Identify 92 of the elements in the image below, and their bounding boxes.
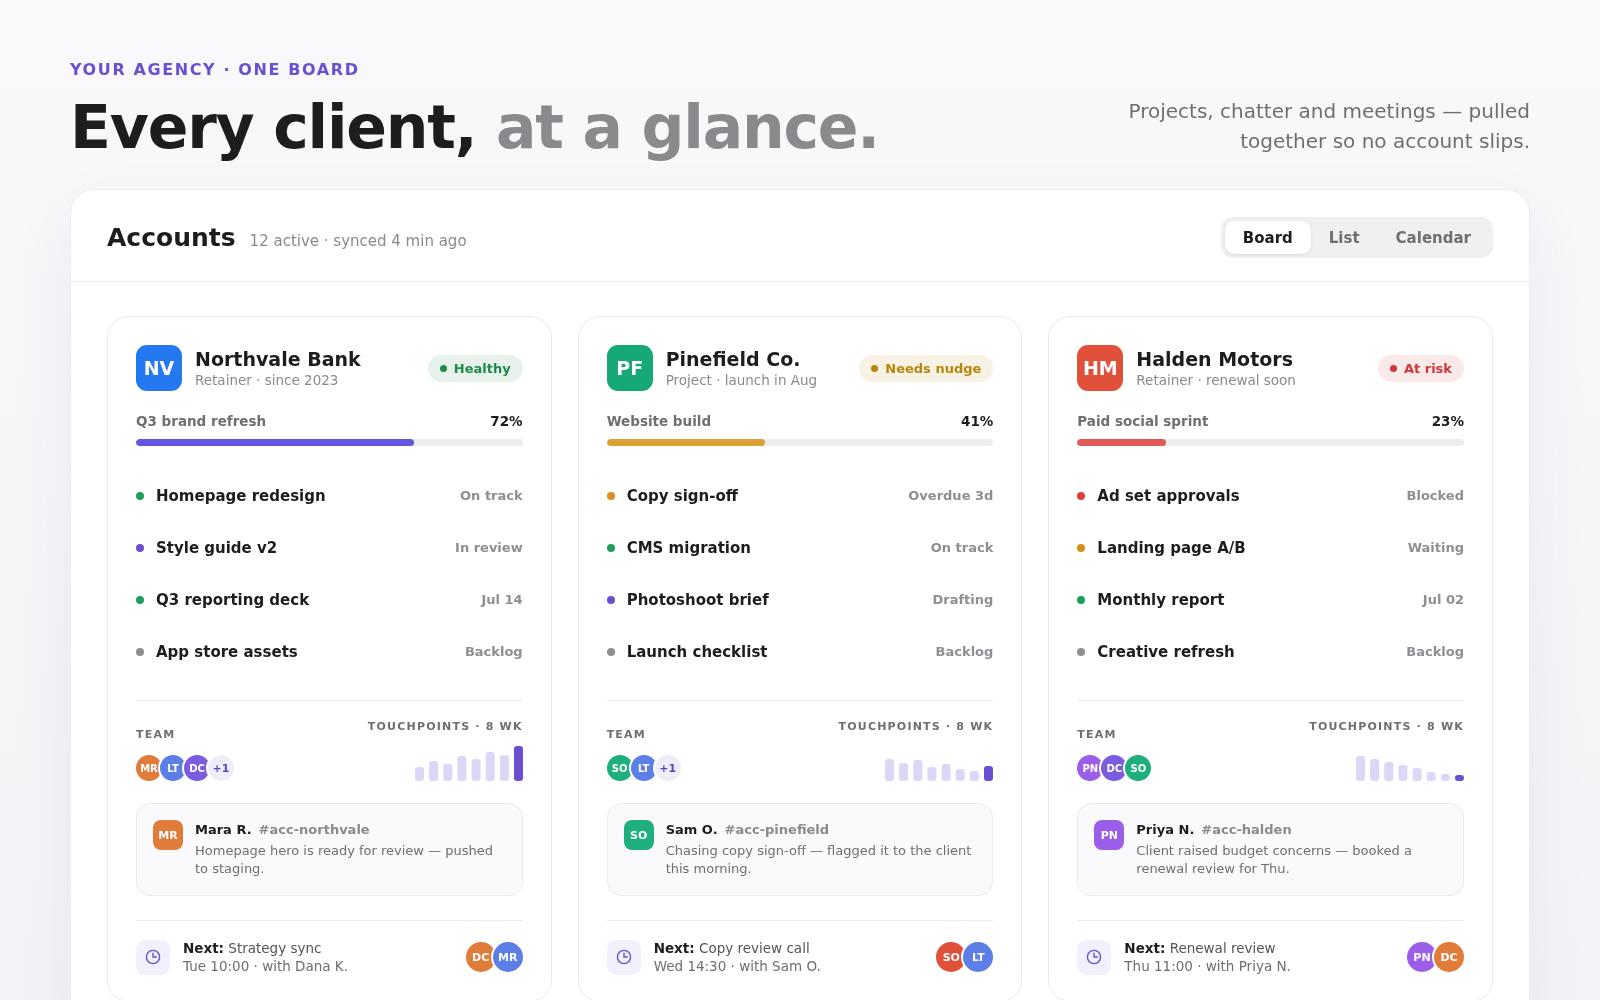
client-name: Halden Motors bbox=[1136, 347, 1294, 370]
page-tagline: Projects, chatter and meetings — pulled together so no account slips. bbox=[1127, 98, 1530, 155]
task-name: App store assets bbox=[156, 643, 298, 661]
team-label: TEAM bbox=[136, 727, 177, 743]
view-tab[interactable]: Board bbox=[1224, 221, 1311, 254]
task-name: Landing page A/B bbox=[1097, 539, 1246, 557]
task-name: Copy sign-off bbox=[626, 487, 738, 505]
next-meeting-title: Next: Copy review call bbox=[653, 939, 811, 957]
message-channel: #acc-northvale bbox=[258, 821, 370, 839]
status-label: Healthy bbox=[453, 360, 511, 376]
client-name: Pinefield Co. bbox=[665, 347, 802, 370]
member-avatar: DC bbox=[184, 755, 210, 781]
task-name: Monthly report bbox=[1097, 591, 1225, 609]
task-status: Waiting bbox=[1407, 539, 1464, 555]
task-status: In review bbox=[455, 539, 523, 555]
team-label: TEAM bbox=[606, 727, 647, 743]
next-meeting-detail: Wed 14:30 · with Sam O. bbox=[653, 957, 822, 975]
task-status: Backlog bbox=[1406, 643, 1464, 659]
view-tab[interactable]: Calendar bbox=[1377, 221, 1489, 254]
message-channel: #acc-halden bbox=[1201, 821, 1292, 839]
attendee-avatar: PN bbox=[1407, 942, 1437, 972]
message-text: Client raised budget concerns — booked a renewal review for Thu. bbox=[1136, 842, 1413, 878]
author-avatar: MR bbox=[153, 820, 183, 850]
message-author: Mara R. bbox=[195, 821, 252, 839]
touchpoints-label: TOUCHPOINTS · 8 WK bbox=[1309, 719, 1464, 735]
author-avatar: SO bbox=[623, 820, 654, 850]
eyebrow-text: YOUR AGENCY · ONE BOARD bbox=[70, 60, 361, 80]
task-status: Jul 14 bbox=[481, 591, 523, 607]
client-subtitle: Retainer · renewal soon bbox=[1136, 370, 1297, 389]
page-headline: Every client, at a glance. bbox=[70, 91, 879, 163]
client-logo: HM bbox=[1077, 345, 1124, 391]
task-status: Backlog bbox=[935, 643, 994, 659]
task-status: Blocked bbox=[1406, 487, 1464, 503]
task-name: Homepage redesign bbox=[156, 487, 326, 505]
attendee-avatar: DC bbox=[1434, 942, 1464, 972]
touchpoints-label: TOUCHPOINTS · 8 WK bbox=[367, 719, 523, 735]
next-meeting-detail: Thu 11:00 · with Priya N. bbox=[1124, 957, 1292, 975]
panel-meta: 12 active · synced 4 min ago bbox=[249, 231, 467, 250]
member-avatar: LT bbox=[160, 755, 186, 781]
task-name: Style guide v2 bbox=[156, 539, 278, 557]
author-avatar: PN bbox=[1094, 820, 1125, 850]
attendee-avatar: DC bbox=[465, 942, 496, 972]
next-meeting-title: Next: Strategy sync bbox=[183, 939, 323, 957]
touchpoints-label: TOUCHPOINTS · 8 WK bbox=[838, 719, 994, 735]
message-author: Priya N. bbox=[1136, 821, 1195, 839]
progress-percent: 72% bbox=[490, 412, 523, 431]
progress-label: Q3 brand refresh bbox=[136, 412, 267, 431]
next-meeting-detail: Tue 10:00 · with Dana K. bbox=[183, 957, 349, 975]
panel-title: Accounts bbox=[107, 221, 236, 254]
task-status: Backlog bbox=[464, 643, 523, 659]
message-text: Homepage hero is ready for review — pushed to staging. bbox=[195, 842, 494, 878]
client-subtitle: Project · launch in Aug bbox=[665, 370, 819, 389]
next-meeting-title: Next: Renewal review bbox=[1124, 939, 1277, 957]
status-label: Needs nudge bbox=[885, 360, 982, 376]
task-status: Overdue 3d bbox=[908, 487, 994, 503]
progress-percent: 23% bbox=[1431, 412, 1464, 431]
message-author: Sam O. bbox=[665, 821, 718, 839]
clock-icon bbox=[1077, 939, 1112, 975]
team-label: TEAM bbox=[1077, 727, 1118, 743]
task-name: Q3 reporting deck bbox=[156, 591, 310, 609]
client-logo: NV bbox=[136, 345, 182, 391]
overflow-avatar: +1 bbox=[654, 755, 681, 781]
message-text: Chasing copy sign-off — flagged it to the client this morning. bbox=[665, 842, 973, 878]
clock-icon bbox=[136, 939, 170, 975]
status-label: At risk bbox=[1403, 360, 1452, 376]
member-avatar: DC bbox=[1101, 755, 1128, 781]
progress-label: Website build bbox=[606, 412, 712, 431]
member-avatar: MR bbox=[136, 755, 162, 781]
member-avatar: SO bbox=[1125, 755, 1152, 781]
task-status: On track bbox=[930, 539, 994, 555]
task-status: Jul 02 bbox=[1422, 591, 1464, 607]
task-name: CMS migration bbox=[626, 539, 751, 557]
member-avatar: LT bbox=[630, 755, 657, 781]
client-subtitle: Retainer · since 2023 bbox=[195, 370, 340, 389]
progress-label: Paid social sprint bbox=[1077, 412, 1209, 431]
clock-icon bbox=[606, 939, 641, 975]
client-name: Northvale Bank bbox=[195, 347, 362, 370]
task-name: Creative refresh bbox=[1097, 643, 1235, 661]
task-name: Ad set approvals bbox=[1097, 487, 1240, 505]
overflow-avatar: +1 bbox=[208, 755, 234, 781]
task-status: Drafting bbox=[932, 591, 994, 607]
task-name: Launch checklist bbox=[626, 643, 768, 661]
member-avatar: PN bbox=[1077, 755, 1104, 781]
attendee-avatar: LT bbox=[963, 942, 994, 972]
task-status: On track bbox=[460, 487, 523, 503]
attendee-avatar: MR bbox=[492, 942, 523, 972]
message-channel: #acc-pinefield bbox=[724, 821, 830, 839]
view-tab[interactable]: List bbox=[1310, 221, 1378, 254]
member-avatar: SO bbox=[606, 755, 633, 781]
task-name: Photoshoot brief bbox=[626, 591, 769, 609]
client-logo: PF bbox=[606, 345, 653, 391]
progress-percent: 41% bbox=[961, 412, 994, 431]
